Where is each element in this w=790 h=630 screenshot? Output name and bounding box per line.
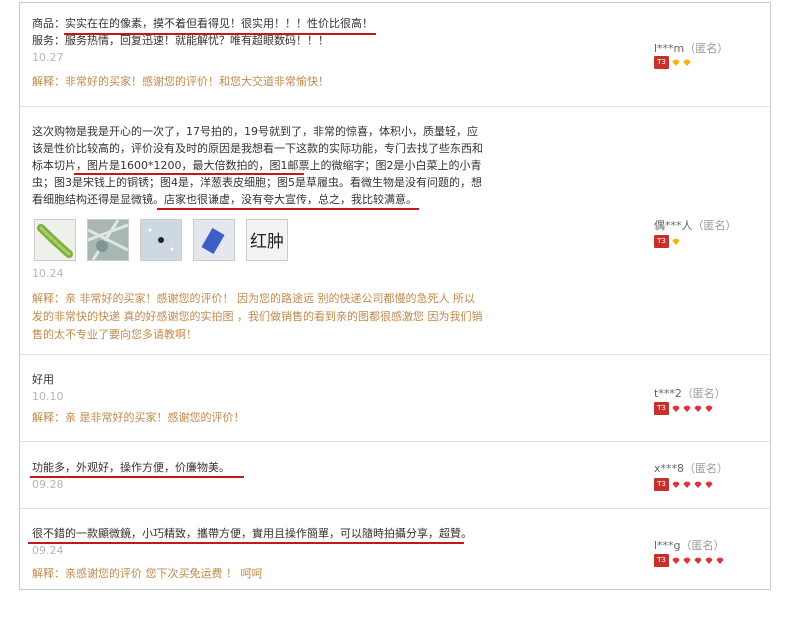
credit-gem-icon [715, 556, 725, 565]
credit-gem-icon [693, 556, 703, 565]
caterpillar-photo-icon [35, 220, 75, 260]
credit-gem-icon [693, 480, 703, 489]
credit-gem-icon [704, 556, 714, 565]
underline-mark [157, 208, 419, 210]
review-item: 功能多，外观好，操作方便，价廉物美。 09.28 x***8（匿名） T3 [20, 442, 770, 509]
credit-gem-icon [682, 556, 692, 565]
credit-diamond-icons [671, 237, 682, 246]
credit-heart-icons [671, 404, 715, 413]
credit-gem-icon [693, 404, 703, 413]
reviewer-name[interactable]: l***m（匿名） [654, 40, 728, 56]
review-item: 很不錯的一款顯微鏡，小巧精致，攜帶方便，實用且操作簡單，可以隨時拍攝分享，超贊。… [20, 509, 770, 589]
reviewer-name[interactable]: l***g（匿名） [654, 537, 725, 553]
reviewer-badges: T3 [654, 56, 693, 69]
paramecium-photo-icon [194, 220, 234, 260]
review-text-line: 该是性价比较高的，评价没有及时的原因是我想看一下这款的实际功能，专门去找了些东西… [32, 142, 483, 155]
seller-reply: 解释：亲 是非常好的买家！感谢您的评价！ [32, 411, 245, 424]
credit-heart-icons [671, 480, 715, 489]
review-text-line: 很不錯的一款顯微鏡，小巧精致，攜帶方便，實用且操作簡單，可以隨時拍攝分享，超贊。 [32, 527, 472, 540]
credit-heart-icons [671, 556, 726, 565]
reviewer-badges: T3 [654, 554, 726, 567]
review-text-line: 虫；图3是宋钱上的铜锈；图4是，洋葱表皮细胞；图5是草履虫。看微生物是没有问题的… [32, 176, 482, 189]
review-photo-thumb[interactable] [87, 219, 129, 261]
review-text-line: 标本切片，图片是1600*1200，最大倍数拍的，图1邮票上的微缩字；图2是小白… [32, 159, 482, 172]
review-date: 10.27 [32, 51, 64, 64]
review-item: 商品：实实在在的像素，摸不着但看得见！很实用！！！性价比很高！ 服务：服务热情，… [20, 3, 770, 107]
review-date: 09.28 [32, 478, 64, 491]
underline-mark [28, 542, 464, 544]
buyer-level-icon: T3 [654, 402, 669, 415]
reviewer-name[interactable]: t***2（匿名） [654, 385, 726, 401]
review-text-line: 看细胞结构还得是显微镜。店家也很谦虚，没有夸大宣传，总之，我比较满意。 [32, 193, 417, 206]
credit-gem-icon [671, 556, 681, 565]
svg-text:红肿: 红肿 [250, 232, 284, 252]
stamp-microtext-photo-icon: 红肿 [247, 220, 287, 260]
review-text-line: 好用 [32, 373, 54, 386]
buyer-level-icon: T3 [654, 554, 669, 567]
copper-rust-photo-icon [88, 220, 128, 260]
seller-reply: 解释：亲 非常好的买家！感谢您的评价！ 因为您的路途远 别的快递公司都慢的急死人… [32, 292, 483, 341]
reviewer-name[interactable]: 偶***人（匿名） [654, 217, 737, 233]
credit-gem-icon [671, 404, 681, 413]
review-date: 10.24 [32, 267, 64, 280]
review-photo-thumb[interactable] [140, 219, 182, 261]
review-photo-thumb[interactable] [34, 219, 76, 261]
seller-reply: 解释：亲感谢您的评价 您下次买免运费 ！ 呵呵 [32, 567, 263, 580]
credit-gem-icon [682, 404, 692, 413]
credit-gem-icon [704, 404, 714, 413]
buyer-level-icon: T3 [654, 235, 669, 248]
underline-mark [74, 173, 304, 175]
seller-reply: 解释：非常好的买家！感谢您的评价！和您大交道非常愉快！ [32, 75, 329, 88]
review-photos: 红肿 [34, 219, 288, 261]
buyer-level-icon: T3 [654, 478, 669, 491]
review-text-line: 功能多，外观好，操作方便，价廉物美。 [32, 461, 230, 474]
credit-gem-icon [671, 237, 681, 246]
credit-gem-icon [682, 58, 692, 67]
review-photo-thumb[interactable] [193, 219, 235, 261]
review-date: 10.10 [32, 390, 64, 403]
review-item: 好用 10.10 解释：亲 是非常好的买家！感谢您的评价！ t***2（匿名） … [20, 355, 770, 442]
review-list: 商品：实实在在的像素，摸不着但看得见！很实用！！！性价比很高！ 服务：服务热情，… [19, 2, 771, 590]
underline-mark [64, 33, 376, 35]
review-text-line: 这次购物是我是开心的一次了，17号拍的，19号就到了，非常的惊喜，体积小，质量轻… [32, 125, 478, 138]
reviewer-badges: T3 [654, 402, 715, 415]
review-item: 这次购物是我是开心的一次了，17号拍的，19号就到了，非常的惊喜，体积小，质量轻… [20, 107, 770, 355]
reviewer-badges: T3 [654, 235, 682, 248]
reviewer-badges: T3 [654, 478, 715, 491]
review-photo-thumb[interactable]: 红肿 [246, 219, 288, 261]
review-date: 09.24 [32, 544, 64, 557]
underline-mark [30, 476, 244, 478]
credit-gem-icon [671, 58, 681, 67]
credit-gem-icon [682, 480, 692, 489]
buyer-level-icon: T3 [654, 56, 669, 69]
credit-gem-icon [704, 480, 714, 489]
onion-cells-photo-icon [141, 220, 181, 260]
reviewer-name[interactable]: x***8（匿名） [654, 460, 728, 476]
credit-diamond-icons [671, 58, 693, 67]
credit-gem-icon [671, 480, 681, 489]
review-text-line: 商品：实实在在的像素，摸不着但看得见！很实用！！！性价比很高！ [32, 17, 373, 30]
